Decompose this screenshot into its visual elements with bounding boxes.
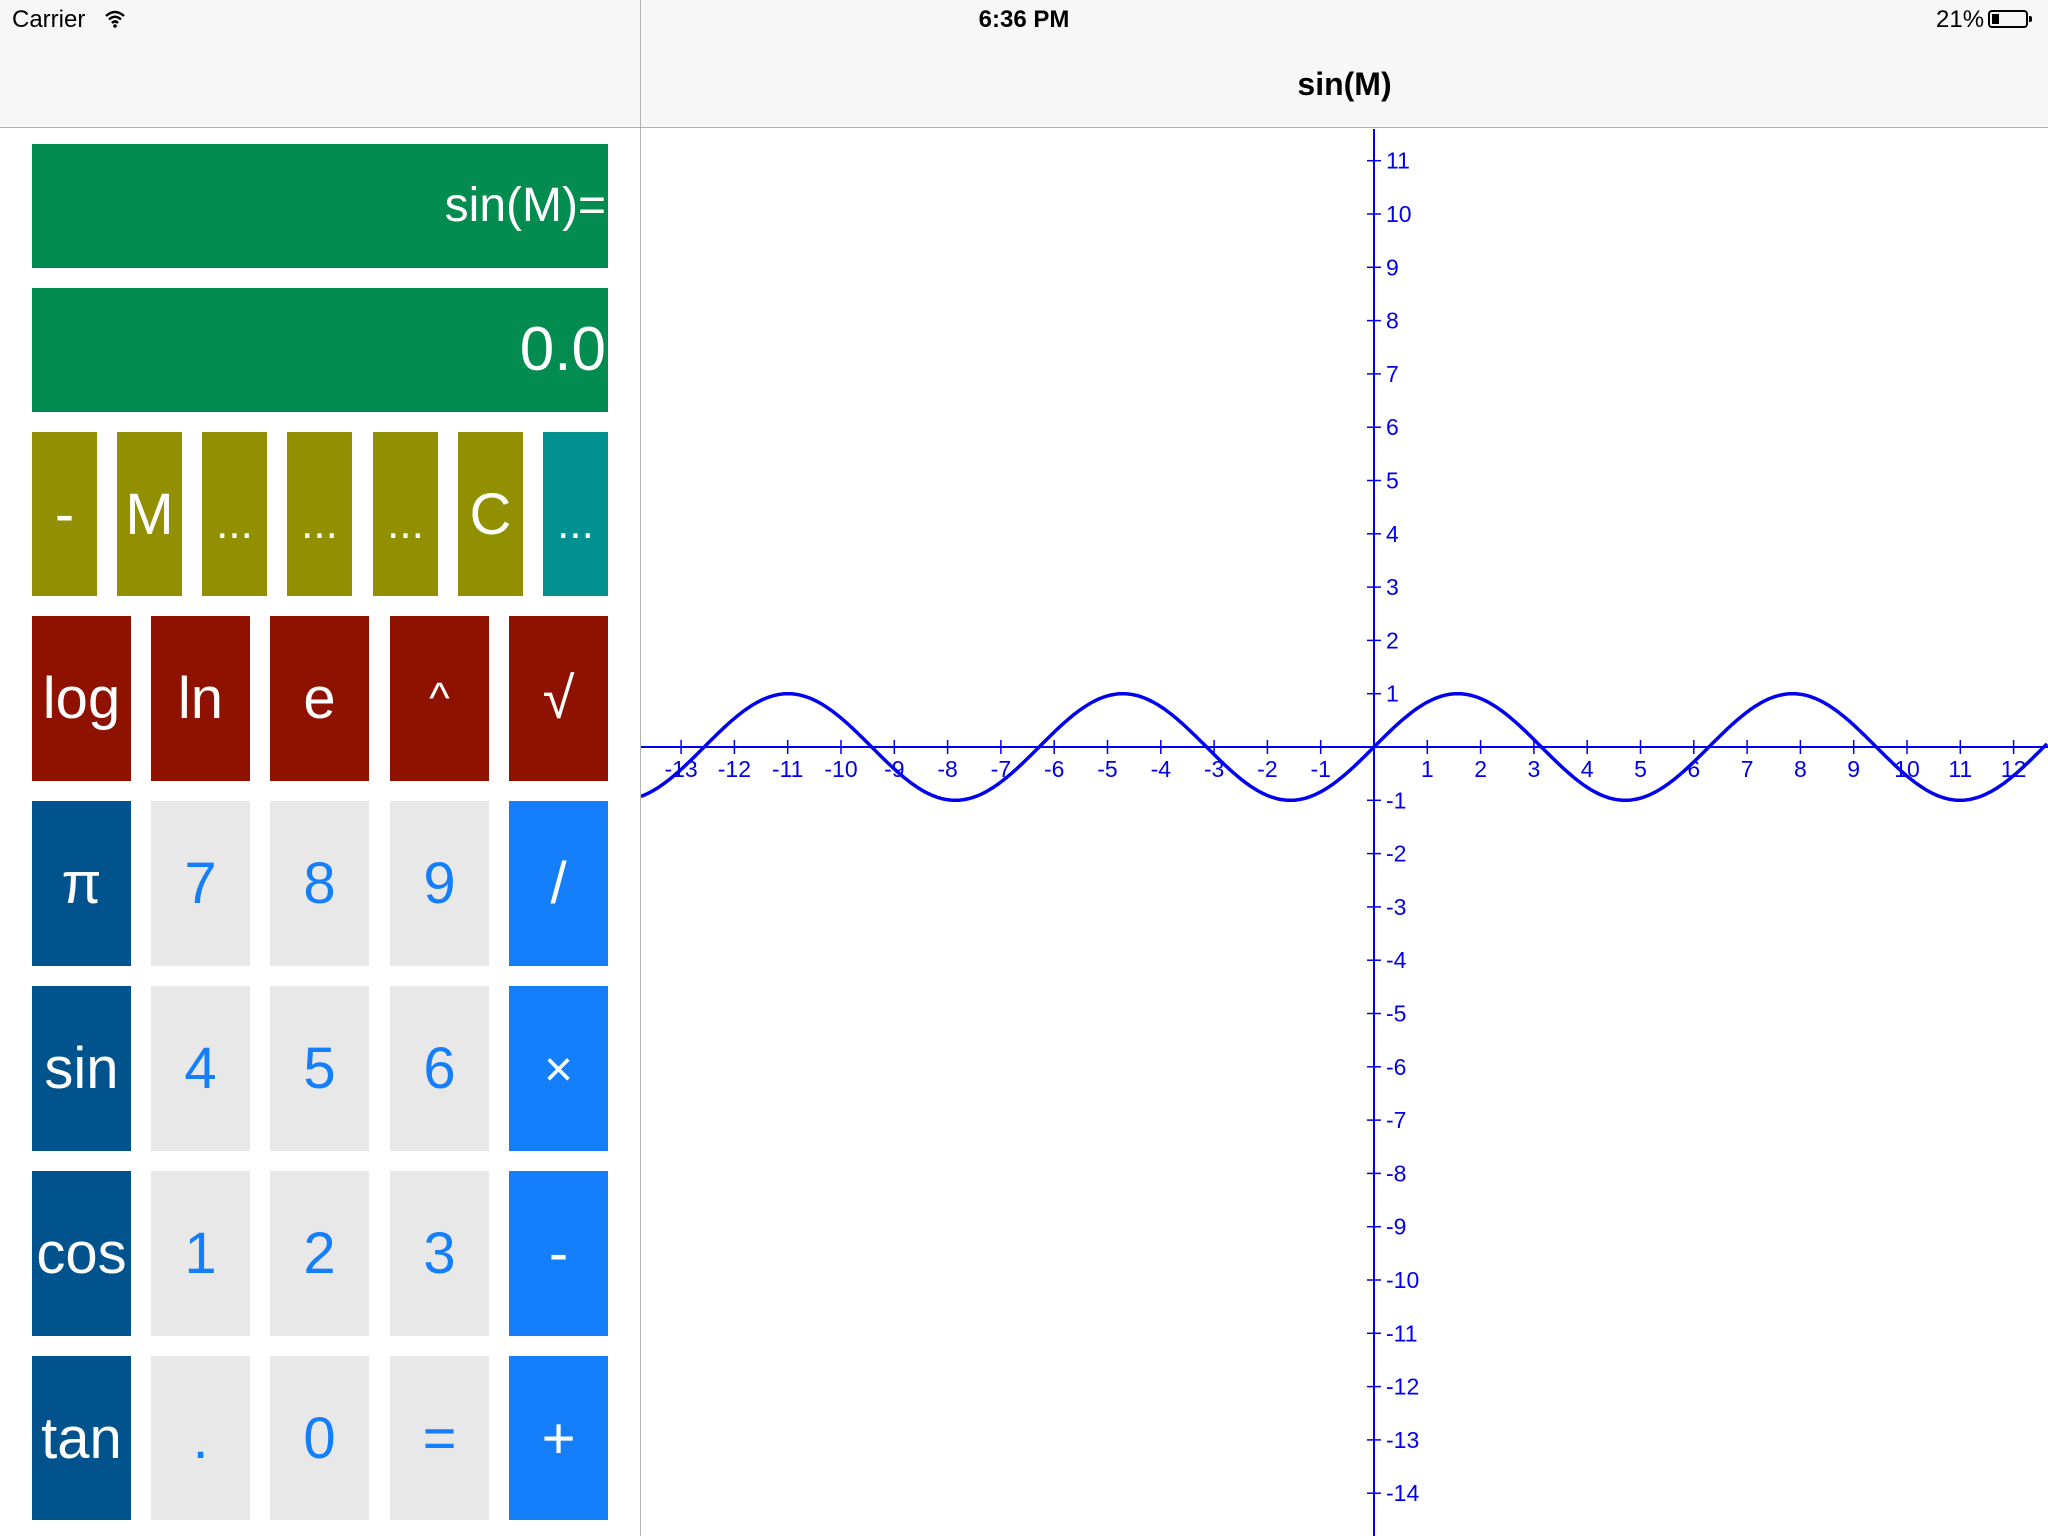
digit-0-button[interactable]: 0 [270,1356,369,1520]
y-tick-label: 5 [1386,468,1399,494]
clear-button[interactable]: C [458,432,523,596]
more-button[interactable]: ... [543,432,608,596]
sin-button[interactable]: sin [32,986,131,1151]
y-tick-label: 11 [1386,148,1410,174]
y-tick-label: -12 [1386,1374,1419,1400]
y-tick-label: -2 [1386,841,1406,867]
graph-title: sin(M) [1297,66,1392,102]
memory-slot-3-button[interactable]: ... [373,432,438,596]
x-tick-label: -1 [1310,756,1330,782]
y-tick-label: -14 [1386,1480,1419,1506]
decimal-button[interactable]: . [151,1356,250,1520]
y-tick-label: -4 [1386,947,1407,973]
sqrt-button[interactable]: √ [509,616,608,781]
x-tick-label: -10 [824,756,857,782]
digit-4-button[interactable]: 4 [151,986,250,1151]
y-tick-label: 8 [1386,308,1399,334]
x-tick-label: -4 [1151,756,1172,782]
digit-9-button[interactable]: 9 [390,801,489,966]
memory-slot-1-button[interactable]: ... [202,432,267,596]
digit-7-button[interactable]: 7 [151,801,250,966]
y-tick-label: 6 [1386,414,1399,440]
divide-button[interactable]: / [509,801,608,966]
power-button[interactable]: ^ [390,616,489,781]
negate-button[interactable]: - [32,432,97,596]
y-tick-label: 1 [1386,681,1399,707]
pi-button[interactable]: π [32,801,131,966]
x-tick-label: -2 [1257,756,1277,782]
y-tick-label: 2 [1386,627,1399,653]
memory-button[interactable]: M [117,432,182,596]
y-tick-label: -6 [1386,1054,1406,1080]
x-tick-label: -8 [937,756,957,782]
x-tick-label: 9 [1847,756,1860,782]
x-tick-label: 5 [1634,756,1647,782]
digit-3-button[interactable]: 3 [390,1171,489,1336]
y-tick-label: 7 [1386,361,1399,387]
e-button[interactable]: e [270,616,369,781]
status-bar: Carrier 6:36 PM 21% [0,0,2048,40]
digit-1-button[interactable]: 1 [151,1171,250,1336]
y-tick-label: 10 [1386,201,1412,227]
function-graph[interactable]: -13 -12 -11 -10 -9 -8 -7 -6 -5 -4 -3 -2 -1 1 2 3 4 5 6 7 8 9 1… [641,129,2048,1536]
battery-icon [1988,10,2032,28]
y-tick-label: -13 [1386,1427,1419,1453]
clock: 6:36 PM [978,6,1070,33]
equals-button[interactable]: = [390,1356,489,1520]
y-tick-label: -1 [1386,787,1406,813]
y-tick-label: 9 [1386,254,1399,280]
x-tick-label: 2 [1474,756,1487,782]
y-tick-label: -9 [1386,1214,1406,1240]
cos-button[interactable]: cos [32,1171,131,1336]
x-tick-label: 1 [1421,756,1434,782]
add-button[interactable]: + [509,1356,608,1520]
digit-2-button[interactable]: 2 [270,1171,369,1336]
y-tick-label: -7 [1386,1107,1406,1133]
digit-8-button[interactable]: 8 [270,801,369,966]
subtract-button[interactable]: - [509,1171,608,1336]
x-tick-label: 4 [1581,756,1594,782]
tan-button[interactable]: tan [32,1356,131,1520]
digit-5-button[interactable]: 5 [270,986,369,1151]
y-tick-label: -5 [1386,1001,1406,1027]
y-tick-label: -11 [1386,1320,1418,1346]
x-tick-label: -11 [772,756,804,782]
memory-slot-2-button[interactable]: ... [287,432,352,596]
y-tick-label: -3 [1386,894,1406,920]
x-tick-label: -12 [718,756,751,782]
expression-display: sin(M)= [32,144,608,268]
x-tick-label: -5 [1097,756,1117,782]
x-tick-label: 7 [1741,756,1754,782]
y-tick-label: 3 [1386,574,1399,600]
battery-percentage: 21% [1936,6,1985,33]
y-tick-label: -10 [1386,1267,1419,1293]
x-tick-label: -6 [1044,756,1064,782]
multiply-button[interactable]: × [509,986,608,1151]
y-tick-label: 4 [1386,521,1399,547]
x-tick-label: 8 [1794,756,1807,782]
digit-6-button[interactable]: 6 [390,986,489,1151]
y-tick-label: -8 [1386,1160,1406,1186]
log-button[interactable]: log [32,616,131,781]
x-tick-label: 3 [1528,756,1541,782]
ln-button[interactable]: ln [151,616,250,781]
result-display: 0.0 [32,288,608,412]
x-tick-label: 11 [1948,756,1972,782]
